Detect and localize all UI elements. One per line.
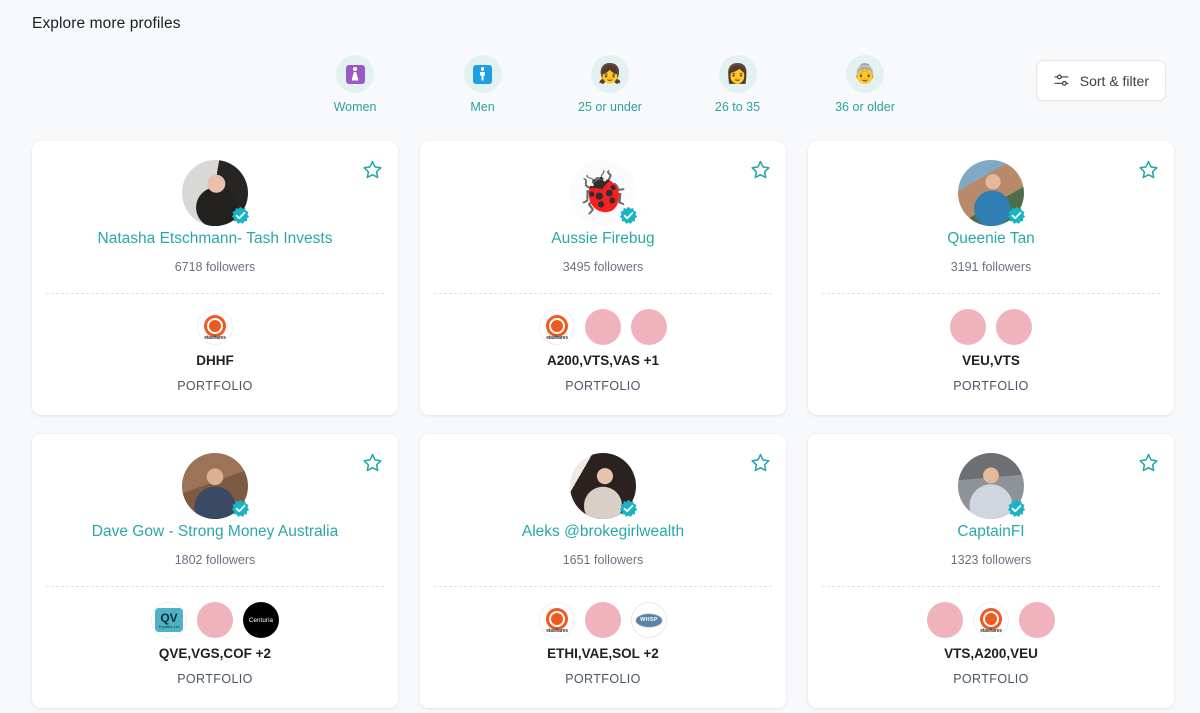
women-restroom-icon <box>336 55 374 93</box>
avatar: 🐞 <box>570 160 638 226</box>
filter-chip-26-to-35[interactable]: 👩 26 to 35 <box>683 55 793 114</box>
avatar <box>182 160 250 226</box>
profile-name[interactable]: Natasha Etschmann- Tash Invests <box>46 230 384 248</box>
profile-card[interactable]: Aleks @brokegirlwealth 1651 followers etas… <box>420 434 786 708</box>
portfolio-logos <box>808 307 1174 347</box>
portfolio-logo-placeholder <box>950 309 986 345</box>
favorite-star-icon[interactable] <box>1138 159 1159 180</box>
betashares-logo: etashares <box>197 309 233 345</box>
woman-face-icon: 👩 <box>718 55 757 93</box>
portfolio-tickers: DHHF <box>196 353 234 368</box>
profile-card[interactable]: CaptainFI 1323 followers etashares VTS,A200… <box>808 434 1174 708</box>
verified-badge-icon <box>1007 499 1026 518</box>
portfolio-logo-placeholder <box>631 309 667 345</box>
portfolio-tickers: VEU,VTS <box>962 353 1020 368</box>
avatar <box>958 160 1026 226</box>
card-divider <box>822 293 1160 294</box>
favorite-star-icon[interactable] <box>750 159 771 180</box>
follower-count: 3191 followers <box>950 260 1032 274</box>
profile-card[interactable]: 🐞 Aussie Firebug 3495 followers etashares A2… <box>420 141 786 415</box>
verified-badge-icon <box>231 499 250 518</box>
portfolio-tickers: QVE,VGS,COF +2 <box>158 646 272 661</box>
portfolio-logos: etashares <box>808 600 1174 640</box>
filter-chip-men[interactable]: Men <box>428 55 538 114</box>
favorite-star-icon[interactable] <box>1138 452 1159 473</box>
profile-card[interactable]: Natasha Etschmann- Tash Invests 6718 foll… <box>32 141 398 415</box>
portfolio-logo-placeholder <box>927 602 963 638</box>
portfolio-logos: etashares WHSP <box>420 600 786 640</box>
portfolio-logo-placeholder <box>585 602 621 638</box>
profile-card-grid: Natasha Etschmann- Tash Invests 6718 foll… <box>32 141 1178 708</box>
verified-badge-icon <box>619 206 638 225</box>
girl-face-icon: 👧 <box>591 55 629 93</box>
portfolio-logos: etashares <box>420 307 786 347</box>
filter-chip-label: Women <box>333 100 377 114</box>
filter-chip-women[interactable]: Women <box>300 55 410 114</box>
avatar <box>182 453 250 519</box>
centuria-logo: Centuria <box>243 602 279 638</box>
profile-card[interactable]: Queenie Tan 3191 followers VEU,VTS PORTFOLI… <box>808 141 1174 415</box>
portfolio-label: PORTFOLIO <box>565 379 641 393</box>
avatar <box>570 453 638 519</box>
card-divider <box>434 293 772 294</box>
filter-chip-label: 25 or under <box>578 100 642 114</box>
whsp-logo: WHSP <box>631 602 667 638</box>
profile-name[interactable]: Queenie Tan <box>822 230 1160 248</box>
portfolio-logo-placeholder <box>585 309 621 345</box>
favorite-star-icon[interactable] <box>362 452 383 473</box>
portfolio-label: PORTFOLIO <box>177 672 253 686</box>
verified-badge-icon <box>619 499 638 518</box>
filter-chip-36-or-older[interactable]: 👵 36 or older <box>810 55 920 114</box>
page-title: Explore more profiles <box>32 15 181 32</box>
explore-profiles-page: Explore more profiles Women Men 👧 25 or und… <box>0 0 1200 713</box>
filter-chip-label: 36 or older <box>835 100 895 114</box>
demographic-filter-chips: Women Men 👧 25 or under 👩 26 to 35 👵 36 or olde… <box>300 55 920 125</box>
sort-and-filter-button[interactable]: Sort & filter <box>1035 60 1166 101</box>
filter-chip-label: Men <box>470 100 495 114</box>
portfolio-logo-placeholder <box>996 309 1032 345</box>
follower-count: 1651 followers <box>562 553 644 567</box>
portfolio-label: PORTFOLIO <box>177 379 253 393</box>
card-divider <box>434 586 772 587</box>
profile-name[interactable]: CaptainFI <box>822 523 1160 541</box>
favorite-star-icon[interactable] <box>750 452 771 473</box>
portfolio-logo-placeholder <box>197 602 233 638</box>
verified-badge-icon <box>1007 206 1026 225</box>
portfolio-label: PORTFOLIO <box>953 672 1029 686</box>
card-divider <box>46 293 384 294</box>
card-divider <box>46 586 384 587</box>
qv-equities-logo: QV Equities Ltd <box>151 602 187 638</box>
portfolio-logos: QV Equities Ltd Centuria <box>32 600 398 640</box>
betashares-logo: etashares <box>973 602 1009 638</box>
betashares-logo: etashares <box>539 602 575 638</box>
portfolio-label: PORTFOLIO <box>953 379 1029 393</box>
portfolio-logos: etashares <box>32 307 398 347</box>
filter-chip-label: 26 to 35 <box>714 100 761 114</box>
favorite-star-icon[interactable] <box>362 159 383 180</box>
profile-name[interactable]: Dave Gow - Strong Money Australia <box>46 523 384 541</box>
portfolio-tickers: ETHI,VAE,SOL +2 <box>547 646 659 661</box>
sliders-icon <box>1053 72 1070 89</box>
follower-count: 3495 followers <box>562 260 644 274</box>
portfolio-tickers: A200,VTS,VAS +1 <box>547 353 659 368</box>
portfolio-label: PORTFOLIO <box>565 672 641 686</box>
older-person-face-icon: 👵 <box>846 55 884 93</box>
portfolio-tickers: VTS,A200,VEU <box>944 646 1038 661</box>
profile-name[interactable]: Aleks @brokegirlwealth <box>434 523 772 541</box>
filter-chip-25-or-under[interactable]: 👧 25 or under <box>555 55 665 114</box>
follower-count: 1323 followers <box>950 553 1032 567</box>
portfolio-logo-placeholder <box>1019 602 1055 638</box>
profile-card[interactable]: Dave Gow - Strong Money Australia 1802 fo… <box>32 434 398 708</box>
filter-bar: Women Men 👧 25 or under 👩 26 to 35 👵 36 or olde… <box>0 55 1200 125</box>
sort-and-filter-label: Sort & filter <box>1079 72 1149 89</box>
follower-count: 6718 followers <box>174 260 256 274</box>
avatar <box>958 453 1026 519</box>
profile-name[interactable]: Aussie Firebug <box>434 230 772 248</box>
verified-badge-icon <box>231 206 250 225</box>
follower-count: 1802 followers <box>174 553 256 567</box>
men-restroom-icon <box>463 55 502 93</box>
card-divider <box>822 586 1160 587</box>
betashares-logo: etashares <box>539 309 575 345</box>
